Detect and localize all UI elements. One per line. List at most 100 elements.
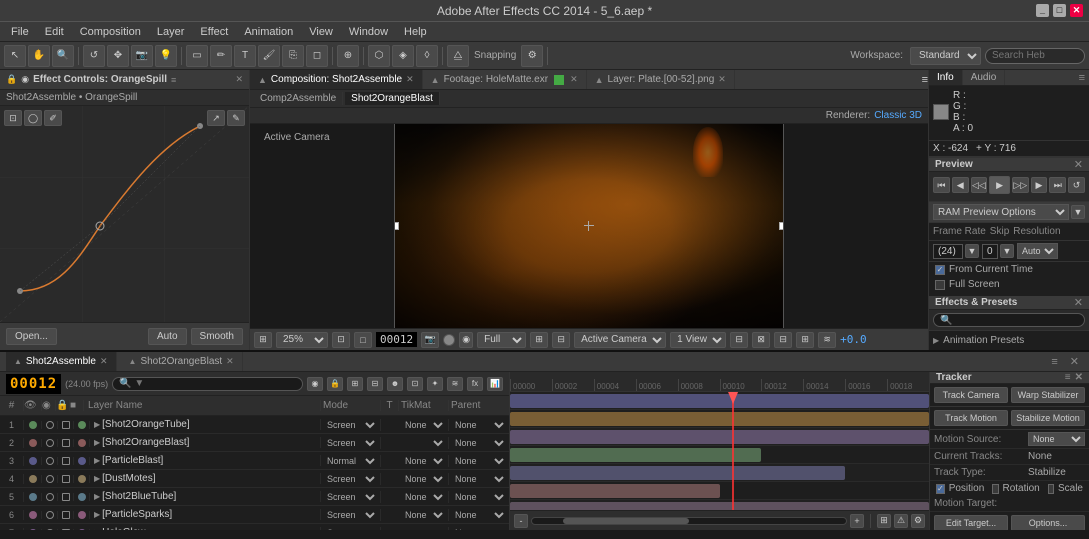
layer-tikmat-4[interactable]: None — [399, 473, 449, 485]
toolbar-eraser[interactable]: ◻ — [306, 45, 328, 67]
camera-dropdown[interactable]: Active Camera — [574, 332, 666, 348]
layer-lock-5[interactable] — [58, 493, 74, 501]
position-checkbox[interactable] — [936, 484, 945, 494]
layer-parent-5[interactable]: None — [449, 491, 509, 503]
tl-zoom-in[interactable]: + — [850, 514, 864, 528]
frame-rate-value[interactable]: (24) — [933, 244, 963, 259]
viewer-color-btn[interactable] — [443, 334, 455, 346]
layer-row-6[interactable]: 6 ▶[ParticleSparks] Screen None None — [0, 506, 509, 524]
comp-tab-close-3[interactable]: ✕ — [718, 74, 726, 85]
from-current-time-checkbox[interactable] — [935, 265, 945, 275]
layer-mode-5[interactable]: Screen — [321, 491, 381, 503]
timeline-tab-shot2orangeblast[interactable]: ▲ Shot2OrangeBlast ✕ — [121, 352, 243, 371]
layer-solo-2[interactable] — [42, 439, 58, 447]
layer-name-6[interactable]: ▶[ParticleSparks] — [90, 509, 321, 520]
comp-panel-options[interactable]: ≡ — [922, 74, 928, 86]
layer-lock-6[interactable] — [58, 511, 74, 519]
curve-circle-tool[interactable]: ◯ — [24, 110, 42, 126]
track-bar-7[interactable] — [510, 502, 929, 510]
viewer-grid-overlay-btn[interactable]: ⊞ — [796, 332, 814, 348]
zoom-dropdown[interactable]: 25%50%100% — [276, 332, 328, 348]
viewer-grid-btn[interactable]: ⊞ — [254, 332, 272, 348]
auto-button[interactable]: Auto — [148, 328, 187, 345]
next-frame-button[interactable]: ▶ — [1031, 177, 1048, 193]
menu-edit[interactable]: Edit — [38, 24, 71, 40]
curve-edit-tool[interactable]: ✎ — [227, 110, 245, 126]
timeline-close[interactable]: ✕ — [1066, 355, 1083, 368]
layer-parent-3[interactable]: None — [449, 455, 509, 467]
track-bar-3[interactable] — [510, 430, 929, 444]
toolbar-extra3[interactable]: ◊ — [416, 45, 438, 67]
maximize-button[interactable]: □ — [1053, 4, 1066, 17]
tracker-close[interactable]: ✕ — [1075, 372, 1083, 383]
layer-vis-7[interactable] — [24, 529, 42, 531]
right-panel-options[interactable]: ≡ — [1075, 72, 1089, 84]
curve-box-tool[interactable]: ⊡ — [4, 110, 22, 126]
layer-lock-3[interactable] — [58, 457, 74, 465]
open-button[interactable]: Open... — [6, 328, 57, 345]
layer-mode-3[interactable]: Normal — [321, 455, 381, 467]
tl-settings-btn[interactable]: ⚙ — [911, 514, 925, 528]
layer-color-3[interactable] — [74, 457, 90, 465]
rotation-checkbox[interactable] — [992, 484, 998, 494]
viewer-motion-btn[interactable]: ≋ — [818, 332, 836, 348]
menu-animation[interactable]: Animation — [237, 24, 300, 40]
full-screen-checkbox[interactable] — [935, 280, 945, 290]
layer-vis-1[interactable] — [24, 421, 42, 429]
layer-tikmat-6[interactable]: None — [399, 509, 449, 521]
track-bar-2[interactable] — [510, 412, 929, 426]
animation-presets-item[interactable]: ▶ Animation Presets — [933, 333, 1085, 348]
layer-color-2[interactable] — [74, 439, 90, 447]
toolbar-hand[interactable]: ✋ — [28, 45, 50, 67]
skip-to-end-button[interactable]: ⏭ — [1049, 177, 1066, 193]
layer-parent-2[interactable]: None — [449, 437, 509, 449]
layer-tikmat-5[interactable]: None — [399, 491, 449, 503]
layer-color-7[interactable] — [74, 529, 90, 531]
toolbar-rotate[interactable]: ↺ — [83, 45, 105, 67]
layer-solo-5[interactable] — [42, 493, 58, 501]
viewer-safe-btn[interactable]: ⊟ — [774, 332, 792, 348]
tracker-options[interactable]: ≡ — [1065, 372, 1071, 383]
viewer-region-btn[interactable]: □ — [354, 332, 372, 348]
loop-button[interactable]: ↺ — [1068, 177, 1085, 193]
layer-color-1[interactable] — [74, 421, 90, 429]
viewer-rgba-btn[interactable]: ◉ — [459, 332, 473, 348]
workspace-dropdown[interactable]: Standard — [910, 47, 981, 65]
menu-effect[interactable]: Effect — [193, 24, 235, 40]
layer-name-5[interactable]: ▶[Shot2BlueTube] — [90, 491, 321, 502]
timeline-search[interactable] — [112, 377, 303, 391]
layer-vis-5[interactable] — [24, 493, 42, 501]
layer-mode-6[interactable]: Screen — [321, 509, 381, 521]
layer-tikmat-7[interactable] — [399, 527, 449, 531]
layer-name-7[interactable]: ▶HoleGlow — [90, 527, 321, 530]
track-bar-5[interactable] — [510, 466, 845, 480]
layer-mode-select-1[interactable]: Screen — [323, 419, 378, 431]
frame-rate-down[interactable]: ▼ — [965, 244, 979, 258]
edit-target-button[interactable]: Edit Target... — [934, 515, 1008, 530]
layer-lock-1[interactable] — [58, 421, 74, 429]
toolbar-text[interactable]: T — [234, 45, 256, 67]
layer-solo-6[interactable] — [42, 511, 58, 519]
toolbar-snap-settings[interactable]: ⚙ — [521, 45, 543, 67]
tl-tab-close-2[interactable]: ✕ — [226, 356, 234, 367]
viewer-stereo-btn[interactable]: ⊟ — [730, 332, 748, 348]
play-forward-button[interactable]: ▷▷ — [1012, 177, 1029, 193]
handle-right-mid[interactable] — [779, 222, 784, 230]
viewer-timecode[interactable]: 00012 — [376, 332, 417, 347]
layer-lock-2[interactable] — [58, 439, 74, 447]
layer-row-3[interactable]: 3 ▶[ParticleBlast] Normal None None — [0, 452, 509, 470]
layer-row-5[interactable]: 5 ▶[Shot2BlueTube] Screen None None — [0, 488, 509, 506]
options-button[interactable]: Options... — [1011, 515, 1085, 530]
skip-to-start-button[interactable]: ⏮ — [933, 177, 950, 193]
viewer-snapshot-btn[interactable]: 📷 — [421, 332, 439, 348]
layer-mode-4[interactable]: Screen — [321, 473, 381, 485]
timeline-tracks[interactable] — [510, 392, 929, 510]
info-tab[interactable]: Info — [929, 70, 963, 85]
comp-tab-close-1[interactable]: ✕ — [406, 74, 414, 85]
layer-parent-6[interactable]: None — [449, 509, 509, 521]
layer-mode-2[interactable]: Screen — [321, 437, 381, 449]
track-bar-6[interactable] — [510, 484, 720, 498]
track-bar-1[interactable] — [510, 394, 929, 408]
effects-search-input[interactable] — [933, 313, 1085, 327]
layer-vis-4[interactable] — [24, 475, 42, 483]
